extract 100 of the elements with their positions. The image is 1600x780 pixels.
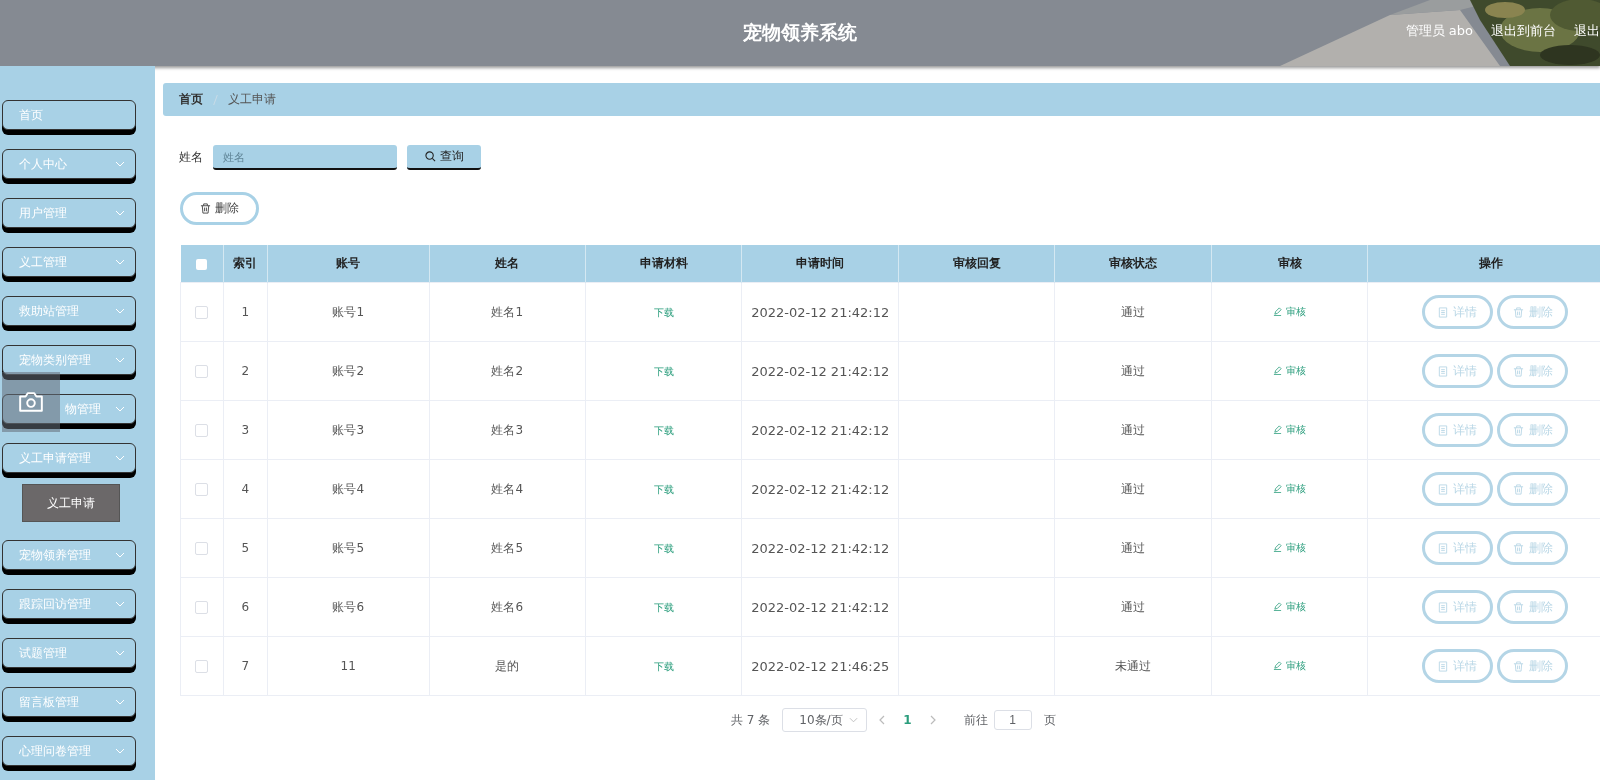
search-field[interactable]: 姓名: [213, 145, 397, 170]
table-cell: 通过: [1121, 422, 1146, 437]
chevron-icon: [115, 552, 125, 558]
table-cell: 账号1: [332, 304, 365, 319]
camera-icon: [18, 391, 44, 413]
row-checkbox[interactable]: [195, 542, 209, 555]
previous-page-icon[interactable]: [879, 715, 886, 725]
download-link[interactable]: 下载: [653, 483, 674, 495]
search-button[interactable]: 查询: [407, 145, 481, 170]
table-cell: 账号6: [332, 599, 365, 614]
details-button[interactable]: 详情: [1422, 354, 1494, 388]
delete-button[interactable]: 删除: [1497, 295, 1569, 329]
header-link[interactable]: 退出: [1574, 22, 1600, 40]
row-checkbox[interactable]: [195, 601, 209, 614]
header-link[interactable]: 管理员 abo: [1405, 22, 1473, 40]
table-cell: 通过: [1121, 481, 1146, 496]
details-button[interactable]: 详情: [1422, 413, 1494, 447]
delete-button[interactable]: 删除: [180, 192, 259, 225]
column-header: 操作: [1478, 256, 1503, 270]
pencil-icon: [1273, 661, 1283, 671]
table-cell: 通过: [1121, 599, 1146, 614]
download-link[interactable]: 下载: [653, 365, 674, 377]
trash-icon: [200, 203, 211, 214]
chevron-icon: [115, 650, 125, 656]
table-cell: 1: [241, 305, 250, 319]
table-cell: 2022-02-12 21:42:12: [751, 363, 890, 379]
breadcrumb-item[interactable]: 首页: [179, 91, 203, 108]
next-page-icon[interactable]: [929, 715, 936, 725]
goto-label: 前往: [963, 711, 988, 729]
table-cell: 通过: [1121, 363, 1146, 378]
table-cell: 2022-02-12 21:42:12: [751, 540, 890, 556]
column-header: 审核状态: [1109, 256, 1158, 270]
review-link[interactable]: 审核: [1273, 599, 1307, 614]
delete-button[interactable]: 删除: [1497, 649, 1569, 683]
column-header: 账号: [336, 256, 361, 270]
chevron-icon: [115, 455, 125, 461]
page-input[interactable]: 1: [993, 710, 1032, 730]
table-cell: 账号3: [332, 422, 365, 437]
chevron-icon: [115, 357, 125, 363]
table-cell: 2022-02-12 21:42:12: [751, 481, 890, 497]
table-cell: 是的: [495, 658, 520, 673]
sidebar-subitem[interactable]: 义工申请: [22, 484, 120, 522]
row-checkbox[interactable]: [195, 483, 209, 496]
download-link[interactable]: 下载: [653, 660, 674, 672]
review-link[interactable]: 审核: [1273, 304, 1307, 319]
camera-overlay-tooltip[interactable]: [2, 372, 60, 432]
review-link[interactable]: 审核: [1273, 363, 1307, 378]
chevron-icon: [849, 717, 859, 723]
download-link[interactable]: 下载: [653, 424, 674, 436]
row-checkbox[interactable]: [195, 365, 209, 378]
trash-icon: [1512, 660, 1524, 672]
delete-button[interactable]: 删除: [1497, 354, 1569, 388]
download-link[interactable]: 下载: [653, 601, 674, 613]
review-link[interactable]: 审核: [1273, 422, 1307, 437]
chevron-icon: [115, 259, 125, 265]
delete-button[interactable]: 删除: [1497, 472, 1569, 506]
table-cell: 姓名3: [491, 422, 524, 437]
chevron-icon: [115, 406, 125, 412]
details-button[interactable]: 详情: [1422, 590, 1494, 624]
table-cell: 2: [241, 364, 250, 378]
details-button[interactable]: 详情: [1422, 472, 1494, 506]
chevron-icon: [115, 161, 125, 167]
column-header: 申请材料: [639, 256, 688, 270]
header-link[interactable]: 退出到前台: [1491, 22, 1556, 40]
delete-button[interactable]: 删除: [1497, 531, 1569, 565]
download-link[interactable]: 下载: [653, 542, 674, 554]
pencil-icon: [1273, 484, 1283, 494]
table-cell: 姓名6: [491, 599, 524, 614]
pencil-icon: [1273, 425, 1283, 435]
search-icon: [424, 151, 436, 162]
row-checkbox[interactable]: [195, 424, 209, 437]
review-link[interactable]: 审核: [1273, 540, 1307, 555]
table-cell: 姓名1: [491, 304, 524, 319]
chevron-icon: [115, 699, 125, 705]
select-all-checkbox[interactable]: [196, 258, 208, 270]
page-size-select[interactable]: 10条/页: [782, 708, 868, 732]
details-button[interactable]: 详情: [1422, 531, 1494, 565]
trash-icon: [1512, 424, 1524, 436]
table-cell: 账号2: [332, 363, 365, 378]
download-link[interactable]: 下载: [653, 306, 674, 318]
page-number[interactable]: 1: [903, 713, 912, 727]
details-button[interactable]: 详情: [1422, 649, 1494, 683]
column-header: 审核: [1277, 256, 1302, 270]
details-button[interactable]: 详情: [1422, 295, 1494, 329]
row-checkbox[interactable]: [195, 306, 209, 319]
table-cell: 未通过: [1115, 658, 1152, 673]
review-link[interactable]: 审核: [1273, 481, 1307, 496]
table-cell: 2022-02-12 21:42:12: [751, 599, 890, 615]
table-cell: 5: [241, 541, 250, 555]
table-cell: 7: [241, 659, 250, 673]
document-icon: [1438, 424, 1449, 436]
delete-button[interactable]: 删除: [1497, 413, 1569, 447]
delete-button[interactable]: 删除: [1497, 590, 1569, 624]
document-icon: [1438, 483, 1449, 495]
row-checkbox[interactable]: [195, 660, 209, 673]
review-link[interactable]: 审核: [1273, 658, 1307, 673]
breadcrumb-item: 义工申请: [228, 91, 276, 108]
trash-icon: [1512, 601, 1524, 613]
chevron-icon: [115, 601, 125, 607]
document-icon: [1438, 601, 1449, 613]
